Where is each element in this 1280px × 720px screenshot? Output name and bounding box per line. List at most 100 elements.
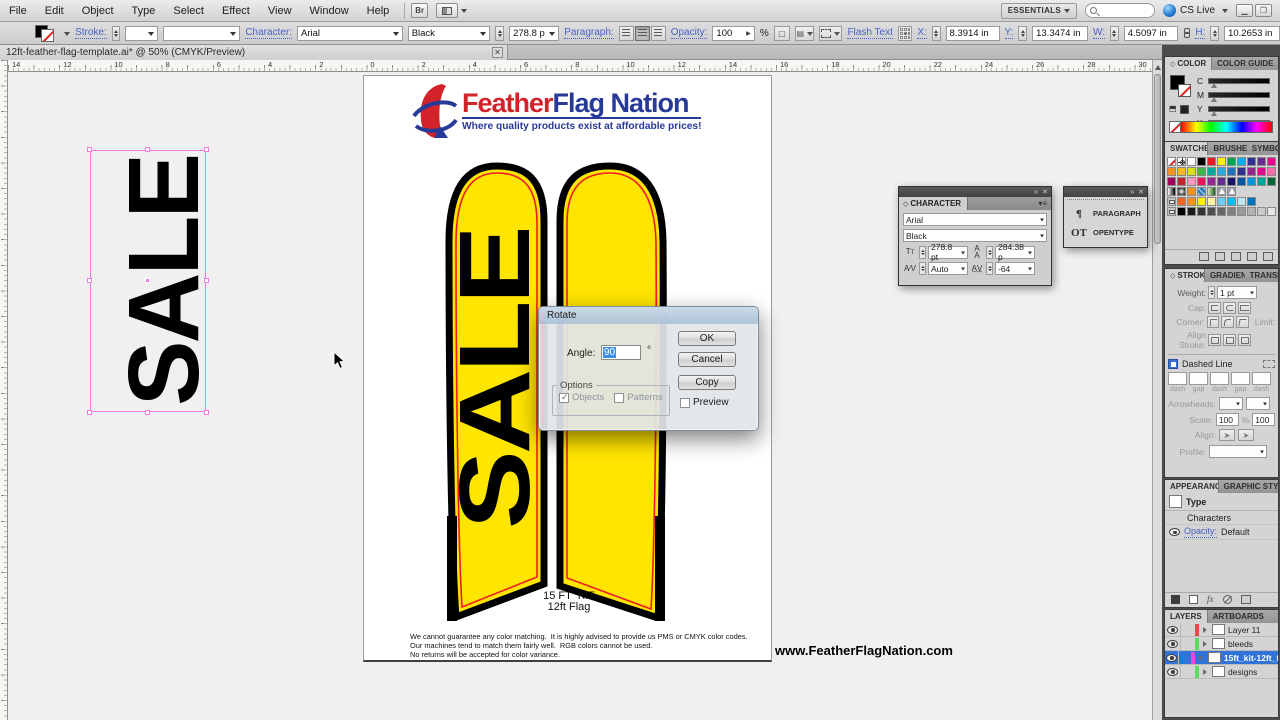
tab-gradient[interactable]: GRADIENT bbox=[1205, 269, 1245, 282]
selection-handle-e[interactable] bbox=[204, 278, 209, 283]
tab-appearance[interactable]: APPEARANCE bbox=[1165, 480, 1219, 493]
color-swatch[interactable] bbox=[1207, 177, 1216, 186]
color-swatch[interactable] bbox=[1247, 177, 1256, 186]
layer-thumbnail[interactable] bbox=[1212, 638, 1225, 649]
y-field[interactable]: 13.3474 in bbox=[1032, 26, 1088, 41]
layer-thumbnail[interactable] bbox=[1208, 652, 1221, 663]
color-swatch[interactable] bbox=[1197, 197, 1206, 206]
swatch-group-icon[interactable] bbox=[1167, 207, 1176, 216]
preview-option[interactable]: Preview bbox=[680, 397, 729, 408]
char-kerning-field[interactable]: Auto bbox=[928, 262, 968, 275]
close-document-icon[interactable]: ✕ bbox=[492, 47, 503, 58]
color-spectrum-bar[interactable] bbox=[1181, 121, 1273, 133]
dash-field[interactable] bbox=[1252, 372, 1271, 385]
registration-swatch[interactable] bbox=[1177, 157, 1186, 166]
layer-lock-cell[interactable] bbox=[1180, 637, 1193, 650]
slider-track[interactable] bbox=[1208, 106, 1270, 112]
duplicate-item-icon[interactable] bbox=[1241, 595, 1251, 604]
scrollbar-thumb[interactable] bbox=[1154, 74, 1161, 244]
color-swatch[interactable] bbox=[1217, 197, 1226, 206]
h-stepper[interactable] bbox=[1210, 26, 1219, 41]
layer-lock-cell[interactable] bbox=[1180, 665, 1193, 678]
layer-row-15ft-kit-12ft-f-[interactable]: 15ft_kit-12ft_f... bbox=[1165, 651, 1278, 665]
layer-row-designs[interactable]: designs bbox=[1165, 665, 1278, 679]
cs-live-button[interactable]: CS Live bbox=[1163, 4, 1228, 17]
gradient-swatch[interactable] bbox=[1177, 187, 1186, 196]
w-link[interactable]: W: bbox=[1093, 27, 1105, 39]
cap-projecting-button[interactable] bbox=[1238, 302, 1251, 314]
color-swatch[interactable] bbox=[1217, 207, 1226, 216]
none-swatch[interactable] bbox=[1167, 157, 1176, 166]
color-swatch[interactable] bbox=[1247, 167, 1256, 176]
align-right-button[interactable] bbox=[651, 26, 666, 41]
corner-bevel-button[interactable] bbox=[1236, 316, 1249, 328]
color-swatch[interactable] bbox=[1187, 167, 1196, 176]
swatch-options-icon[interactable] bbox=[1231, 252, 1241, 261]
arrowhead-start-select[interactable] bbox=[1219, 397, 1243, 410]
selection-center-point[interactable] bbox=[145, 278, 150, 283]
layer-lock-cell[interactable] bbox=[1180, 623, 1193, 636]
color-swatch[interactable] bbox=[1177, 207, 1186, 216]
objects-checkbox[interactable] bbox=[559, 393, 569, 403]
appearance-visibility-icon[interactable] bbox=[1169, 528, 1180, 536]
color-swatch[interactable] bbox=[1237, 157, 1246, 166]
font-style-select[interactable]: Black bbox=[408, 26, 491, 41]
align-outside-stroke-button[interactable] bbox=[1238, 334, 1251, 346]
selection-handle-n[interactable] bbox=[145, 147, 150, 152]
weight-stepper[interactable] bbox=[1208, 286, 1215, 299]
rotate-dialog-titlebar[interactable]: Rotate bbox=[539, 307, 758, 324]
color-swatch[interactable] bbox=[1187, 157, 1196, 166]
gradient-swatch[interactable] bbox=[1167, 187, 1176, 196]
stroke-weight-field[interactable] bbox=[125, 26, 158, 41]
color-swatch[interactable] bbox=[1257, 207, 1266, 216]
tab-layers[interactable]: LAYERS bbox=[1165, 610, 1208, 623]
color-disclaimer-text[interactable]: We cannot guarantee any color matching. … bbox=[410, 632, 750, 659]
menu-select[interactable]: Select bbox=[164, 0, 213, 22]
dashed-line-checkbox[interactable] bbox=[1168, 359, 1178, 369]
h-link[interactable]: H: bbox=[1195, 27, 1205, 39]
ok-button[interactable]: OK bbox=[678, 331, 736, 346]
color-swatch[interactable] bbox=[1267, 177, 1276, 186]
angle-input[interactable]: 90 bbox=[601, 345, 641, 360]
layer-name[interactable]: 15ft_kit-12ft_f... bbox=[1224, 653, 1278, 663]
arrange-documents-button[interactable] bbox=[436, 3, 458, 18]
cancel-button[interactable]: Cancel bbox=[678, 352, 736, 367]
char-kerning-stepper[interactable] bbox=[919, 262, 926, 275]
slider-track[interactable] bbox=[1208, 78, 1270, 84]
color-swatch[interactable] bbox=[1267, 207, 1276, 216]
selection-handle-ne[interactable] bbox=[204, 147, 209, 152]
swatch-kinds-icon[interactable] bbox=[1215, 252, 1225, 261]
color-swatch[interactable] bbox=[1227, 157, 1236, 166]
color-swatch[interactable] bbox=[1267, 167, 1276, 176]
align-inside-stroke-button[interactable] bbox=[1223, 334, 1236, 346]
color-swatch[interactable] bbox=[1177, 177, 1186, 186]
menu-type[interactable]: Type bbox=[123, 0, 165, 22]
new-swatch-icon[interactable] bbox=[1247, 252, 1257, 261]
color-mode-cube-icon[interactable]: ⬒ bbox=[1169, 104, 1177, 113]
pattern-swatch[interactable] bbox=[1217, 187, 1226, 196]
vertical-scrollbar[interactable] bbox=[1152, 60, 1162, 720]
pattern-swatch[interactable] bbox=[1197, 187, 1206, 196]
appearance-row-opacity[interactable]: Opacity: Default bbox=[1165, 525, 1278, 540]
recolor-artwork-button[interactable]: ▢ bbox=[774, 26, 790, 41]
char-size-stepper[interactable] bbox=[919, 246, 926, 259]
color-swatch[interactable] bbox=[1177, 197, 1186, 206]
workspace-switcher[interactable]: ESSENTIALS bbox=[1001, 3, 1077, 19]
tab-transparency[interactable]: TRANSP bbox=[1245, 269, 1278, 282]
menu-edit[interactable]: Edit bbox=[36, 0, 73, 22]
color-swatch[interactable] bbox=[1207, 167, 1216, 176]
layer-name[interactable]: bleeds bbox=[1228, 639, 1253, 649]
y-stepper[interactable] bbox=[1018, 26, 1027, 41]
profile-select[interactable] bbox=[1209, 445, 1267, 458]
minimize-window-button[interactable]: ▁ bbox=[1236, 4, 1253, 17]
color-swatch[interactable] bbox=[1197, 207, 1206, 216]
patterns-checkbox[interactable] bbox=[614, 393, 624, 403]
color-slider-c[interactable]: C bbox=[1197, 74, 1277, 88]
char-font-family-select[interactable]: Arial bbox=[903, 213, 1047, 226]
menu-window[interactable]: Window bbox=[301, 0, 358, 22]
new-fill-icon[interactable] bbox=[1189, 595, 1198, 604]
dash-preserve-icon[interactable] bbox=[1263, 360, 1275, 368]
tab-brushes[interactable]: BRUSHES bbox=[1208, 142, 1246, 155]
color-swatch[interactable] bbox=[1227, 197, 1236, 206]
vertical-ruler[interactable] bbox=[0, 60, 8, 720]
